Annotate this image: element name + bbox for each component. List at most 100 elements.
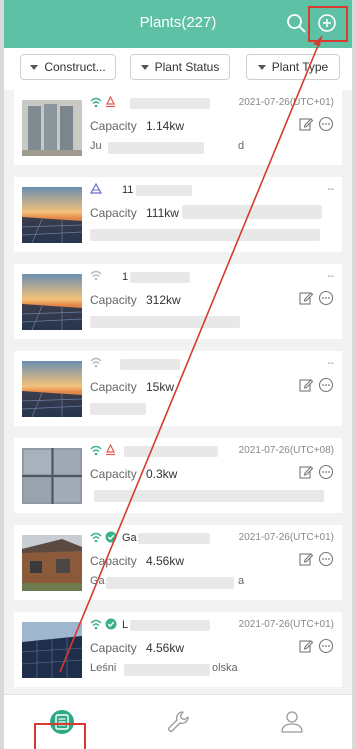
capacity-value: 4.56kw xyxy=(146,554,185,568)
alarm-icon xyxy=(106,96,115,108)
construction-filter[interactable]: Construct... xyxy=(20,54,116,80)
plant-thumbnail xyxy=(22,448,82,504)
redacted-name xyxy=(130,620,210,631)
capacity-value: 4.56kw xyxy=(146,641,185,655)
edit-icon[interactable] xyxy=(298,116,314,132)
plant-thumbnail xyxy=(22,361,82,417)
plant-status-filter[interactable]: Plant Status xyxy=(130,54,230,80)
redacted-info xyxy=(182,205,322,219)
user-icon[interactable] xyxy=(272,705,312,739)
edit-icon[interactable] xyxy=(298,377,314,393)
plant-date: -- xyxy=(327,184,334,195)
more-icon[interactable] xyxy=(318,290,334,306)
plant-card[interactable]: 2021-07-26(UTC+08) Capacity 0.3kw xyxy=(14,438,342,513)
capacity-label: Capacity xyxy=(90,467,137,481)
add-button-highlight xyxy=(308,6,348,42)
capacity-label: Capacity xyxy=(90,119,137,133)
more-icon[interactable] xyxy=(318,116,334,132)
plant-card[interactable]: L 2021-07-26(UTC+01) Capacity 4.56kw Leś… xyxy=(14,612,342,687)
wifi-icon xyxy=(90,97,102,107)
redacted-name xyxy=(138,533,210,544)
wrench-icon[interactable] xyxy=(158,705,198,739)
plant-thumbnail xyxy=(22,100,82,156)
capacity-value: 15kw xyxy=(146,380,175,394)
plant-name: 11 xyxy=(122,184,134,196)
redacted-location xyxy=(90,403,146,415)
plant-card[interactable]: 11 -- Capacity 111kw xyxy=(14,177,342,252)
redacted-name xyxy=(130,272,190,283)
check-circle-icon xyxy=(105,618,117,630)
wifi-icon xyxy=(90,445,102,455)
plant-name: Ga xyxy=(122,532,137,544)
wifi-icon xyxy=(90,532,102,542)
plant-thumbnail xyxy=(22,622,82,678)
redacted-location xyxy=(90,316,240,328)
wifi-icon xyxy=(90,619,102,629)
plant-thumbnail xyxy=(22,187,82,243)
offline-icon xyxy=(90,183,102,194)
plant-thumbnail xyxy=(22,274,82,330)
edit-icon[interactable] xyxy=(298,290,314,306)
capacity-label: Capacity xyxy=(90,293,137,307)
redacted-name xyxy=(130,98,210,109)
plant-name: L xyxy=(122,619,129,631)
plant-date: 2021-07-26(UTC+01) xyxy=(238,619,334,630)
capacity-label: Capacity xyxy=(90,554,137,568)
plant-date: -- xyxy=(327,358,334,369)
redacted-name xyxy=(120,359,180,370)
edit-icon[interactable] xyxy=(298,551,314,567)
plant-card[interactable]: 2021-07-26(UTC+01) Capacity 1.14kw Ju d xyxy=(14,90,342,165)
bottom-tab-bar xyxy=(4,694,352,749)
more-icon[interactable] xyxy=(318,464,334,480)
location-start: Leśni xyxy=(90,662,117,674)
plant-type-filter[interactable]: Plant Type xyxy=(246,54,340,80)
plant-card[interactable]: Ga 2021-07-26(UTC+01) Capacity 4.56kw Ga… xyxy=(14,525,342,600)
check-circle-icon xyxy=(105,531,117,543)
plant-date: 2021-07-26(UTC+08) xyxy=(238,445,334,456)
search-icon[interactable] xyxy=(285,12,307,34)
filter-bar: Construct... Plant Status Plant Type xyxy=(4,48,352,90)
chevron-down-icon xyxy=(30,64,39,70)
alarm-icon xyxy=(106,444,115,456)
more-icon[interactable] xyxy=(318,551,334,567)
capacity-value: 312kw xyxy=(146,293,181,307)
edit-icon[interactable] xyxy=(298,638,314,654)
capacity-label: Capacity xyxy=(90,206,137,220)
plant-card[interactable]: 1 -- Capacity 312kw xyxy=(14,264,342,339)
wifi-offline-icon xyxy=(90,357,102,368)
capacity-label: Capacity xyxy=(90,641,137,655)
plant-date: 2021-07-26(UTC+01) xyxy=(238,532,334,543)
chevron-down-icon xyxy=(140,64,149,70)
capacity-value: 0.3kw xyxy=(146,467,178,481)
plant-type-filter-label: Plant Type xyxy=(271,60,329,74)
redacted-location xyxy=(106,577,234,589)
plant-date: -- xyxy=(327,271,334,282)
redacted-location xyxy=(124,664,210,676)
app-screen: Plants(227) Construct... Plant Status Pl… xyxy=(4,0,352,749)
plants-tab-highlight xyxy=(34,723,86,749)
redacted-location xyxy=(94,490,324,502)
location-end: d xyxy=(238,140,245,152)
redacted-name xyxy=(124,446,218,457)
location-end: a xyxy=(238,575,245,587)
chevron-down-icon xyxy=(257,64,266,70)
capacity-value: 111kw xyxy=(146,206,179,220)
redacted-location xyxy=(90,229,320,241)
redacted-name xyxy=(136,185,192,196)
more-icon[interactable] xyxy=(318,377,334,393)
plant-status-filter-label: Plant Status xyxy=(154,60,220,74)
construction-filter-label: Construct... xyxy=(44,60,106,74)
redacted-location xyxy=(108,142,204,154)
top-bar: Plants(227) xyxy=(4,0,352,48)
location-start: Ju xyxy=(90,140,102,152)
plant-card[interactable]: -- Capacity 15kw xyxy=(14,351,342,426)
capacity-value: 1.14kw xyxy=(146,119,185,133)
location-end: olska xyxy=(212,662,238,674)
plant-date: 2021-07-26(UTC+01) xyxy=(238,97,334,108)
plant-thumbnail xyxy=(22,535,82,591)
wifi-offline-icon xyxy=(90,270,102,281)
location-start: Ga xyxy=(90,575,105,587)
capacity-label: Capacity xyxy=(90,380,137,394)
more-icon[interactable] xyxy=(318,638,334,654)
edit-icon[interactable] xyxy=(298,464,314,480)
